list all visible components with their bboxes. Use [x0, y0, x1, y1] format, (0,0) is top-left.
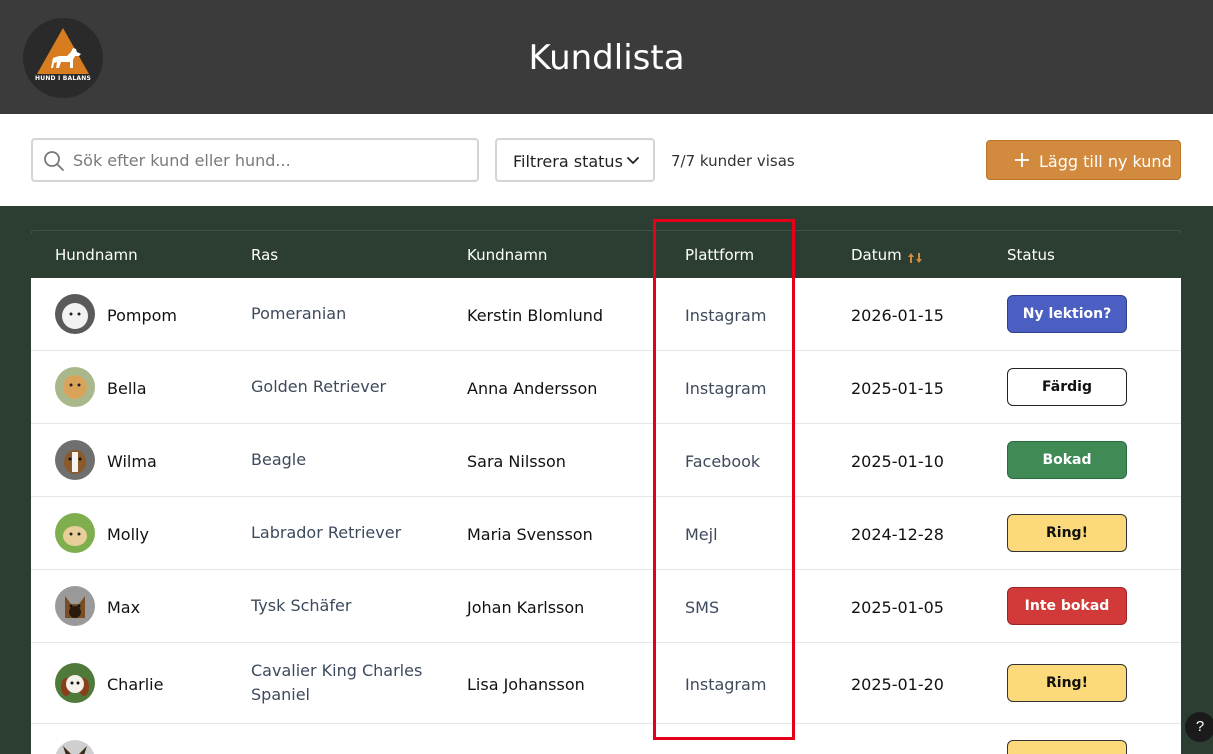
dog-breed: Cavalier King Charles Spaniel	[251, 661, 423, 704]
labrador-photo-icon	[55, 513, 95, 553]
platform: Instagram	[685, 675, 767, 694]
customer-count: 7/7 kunder visas	[671, 152, 795, 170]
status-badge[interactable]: Ny lektion?	[1007, 295, 1127, 333]
table-header: Hundnamn Ras Kundnamn Plattform Datum St…	[31, 230, 1181, 278]
dog-breed: Tysk Schäfer	[251, 596, 352, 615]
dog-avatar	[55, 367, 95, 407]
status-badge[interactable]: Färdig	[1007, 368, 1127, 406]
platform: SMS	[685, 598, 720, 617]
filter-status-dropdown[interactable]: Filtrera status	[495, 138, 655, 182]
table-row[interactable]: Bella Golden Retriever Anna Andersson In…	[31, 351, 1181, 424]
dog-avatar	[55, 586, 95, 626]
status-badge[interactable]	[1007, 740, 1127, 754]
dog-avatar	[55, 513, 95, 553]
date: 2025-01-10	[851, 452, 944, 471]
filter-status-label: Filtrera status	[513, 152, 623, 171]
table-row[interactable]: Wilma Beagle Sara Nilsson Facebook 2025-…	[31, 424, 1181, 497]
dog-name: Charlie	[107, 675, 164, 694]
column-header-plattform[interactable]: Plattform	[685, 246, 754, 264]
sort-icon[interactable]	[908, 252, 922, 264]
dog-name: Pompom	[107, 306, 177, 325]
dog-name: Molly	[107, 525, 149, 544]
column-header-hundnamn[interactable]: Hundnamn	[55, 246, 138, 264]
platform: Instagram	[685, 379, 767, 398]
table-row[interactable]	[31, 724, 1181, 754]
column-header-status[interactable]: Status	[1007, 246, 1055, 264]
dog-breed: Labrador Retriever	[251, 523, 402, 542]
column-header-datum[interactable]: Datum	[851, 246, 902, 264]
owner-name: Maria Svensson	[467, 525, 593, 544]
pomeranian-photo-icon	[55, 294, 95, 334]
status-badge[interactable]: Ring!	[1007, 514, 1127, 552]
app-header: HUND I BALANS Kundlista	[0, 0, 1213, 114]
search-box[interactable]	[31, 138, 479, 182]
dog-breed: Golden Retriever	[251, 377, 387, 396]
date: 2024-12-28	[851, 525, 944, 544]
add-customer-label: Lägg till ny kund	[1039, 152, 1172, 171]
add-customer-button[interactable]: Lägg till ny kund	[986, 140, 1181, 180]
toolbar: Filtrera status 7/7 kunder visas Lägg ti…	[0, 114, 1213, 206]
search-input[interactable]	[73, 148, 463, 172]
customer-table: Hundnamn Ras Kundnamn Plattform Datum St…	[31, 230, 1181, 754]
column-header-ras[interactable]: Ras	[251, 246, 278, 264]
plus-icon	[1015, 153, 1029, 167]
date: 2025-01-20	[851, 675, 944, 694]
table-row[interactable]: Charlie Cavalier King Charles Spaniel Li…	[31, 643, 1181, 724]
beagle-photo-icon	[55, 440, 95, 480]
status-badge[interactable]: Bokad	[1007, 441, 1127, 479]
status-badge[interactable]: Inte bokad	[1007, 587, 1127, 625]
help-button[interactable]: ?	[1185, 712, 1213, 742]
owner-name: Anna Andersson	[467, 379, 598, 398]
dog-avatar	[55, 294, 95, 334]
table-row[interactable]: Max Tysk Schäfer Johan Karlsson SMS 2025…	[31, 570, 1181, 643]
dog-name: Bella	[107, 379, 147, 398]
platform: Facebook	[685, 452, 761, 471]
golden-retriever-photo-icon	[55, 367, 95, 407]
dog-breed: Pomeranian	[251, 304, 347, 323]
dog-avatar	[55, 663, 95, 703]
owner-name: Johan Karlsson	[467, 598, 585, 617]
owner-name: Lisa Johansson	[467, 675, 585, 694]
status-badge[interactable]: Ring!	[1007, 664, 1127, 702]
table-row[interactable]: Molly Labrador Retriever Maria Svensson …	[31, 497, 1181, 570]
column-header-kundnamn[interactable]: Kundnamn	[467, 246, 547, 264]
german-shepherd-photo-icon	[55, 586, 95, 626]
owner-name: Kerstin Blomlund	[467, 306, 604, 325]
dog-name: Wilma	[107, 452, 157, 471]
dog-breed: Beagle	[251, 450, 307, 469]
owner-name: Sara Nilsson	[467, 452, 566, 471]
date: 2025-01-15	[851, 379, 944, 398]
chevron-down-icon	[627, 157, 639, 164]
platform: Instagram	[685, 306, 767, 325]
date: 2026-01-15	[851, 306, 944, 325]
dog-avatar	[55, 440, 95, 480]
table-row[interactable]: Pompom Pomeranian Kerstin Blomlund Insta…	[31, 278, 1181, 351]
platform: Mejl	[685, 525, 718, 544]
cavalier-photo-icon	[55, 663, 95, 703]
dog-avatar	[55, 740, 95, 754]
page-title: Kundlista	[528, 38, 685, 78]
search-icon	[44, 151, 64, 171]
dog-photo-icon	[55, 740, 95, 754]
dog-name: Max	[107, 598, 141, 617]
date: 2025-01-05	[851, 598, 944, 617]
main-content: Hundnamn Ras Kundnamn Plattform Datum St…	[0, 206, 1213, 754]
